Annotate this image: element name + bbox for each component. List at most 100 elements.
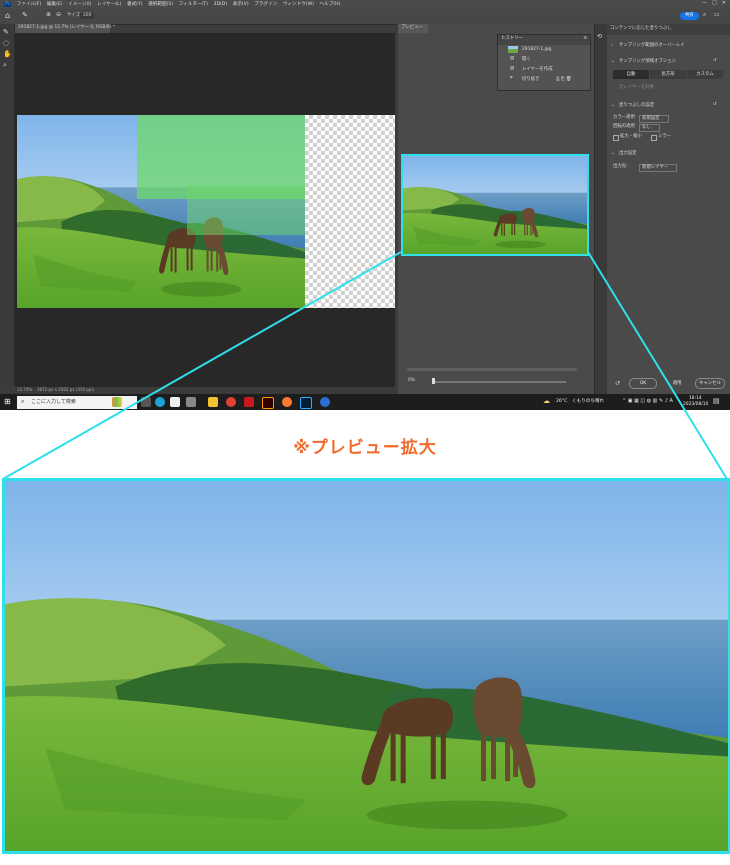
acrobat-icon[interactable] [244,397,254,407]
preview-image [401,154,589,256]
sampling-segmented-control: 自動 長方形 カスタム [613,70,723,79]
menu-window[interactable]: ウィンドウ(W) [283,1,314,7]
folder-icon[interactable] [208,397,218,407]
home-icon[interactable]: ⌂ [5,12,10,20]
menu-bar: Ps ファイル(F) 編集(E) イメージ(I) レイヤー(L) 書式(Y) 選… [0,0,730,9]
content-aware-fill-panel: コンテンツに応じた塗りつぶし › サンプリング範囲のオーバーレイ ⌄ サンプリン… [607,24,730,394]
brush-mode-add-icon[interactable]: ⊕ [46,12,51,18]
history-tab-label[interactable]: ヒストリー [501,36,523,41]
section-output[interactable]: 出力設定 [619,151,637,156]
history-item[interactable]: ▤ 開く [498,55,590,65]
menu-3d[interactable]: 3D(D) [214,2,228,7]
lasso-icon[interactable]: ◌ [3,40,9,47]
section-fill-settings[interactable]: 塗りつぶしの設定 [619,103,654,108]
clock-date[interactable]: 2023/08/10 [683,402,708,407]
output-select[interactable]: 新規レイヤー [639,164,678,173]
chrome-icon[interactable] [226,397,236,407]
history-item[interactable]: ⌗ 切り抜き ⎙ ⎘ 🗑 [498,75,590,85]
color-adapt-select[interactable]: 初期設定 [639,115,669,124]
seg-rectangle[interactable]: 長方形 [650,70,686,79]
section-sampling-options[interactable]: サンプリング領域オプション [619,59,676,64]
mirror-checkbox[interactable] [651,135,657,141]
apply-button[interactable]: 適用 [665,378,689,389]
lasso-tool-icon[interactable]: ✎ [22,12,28,19]
cafill-header: コンテンツに応じた塗りつぶし [607,24,730,35]
system-tray-icons[interactable]: ⌃ ▣ ▦ ◫ ◍ ▥ ✎ ♪ A [622,399,673,404]
cancel-button[interactable]: キャンセル [695,378,725,389]
history-actions-icons[interactable]: ⎙ ⎘ 🗑 [556,77,571,82]
notification-icon[interactable]: ▤ [713,398,720,405]
menu-image[interactable]: イメージ(I) [68,1,91,7]
rotation-select[interactable]: なし [639,124,660,133]
menu-plugins[interactable]: プラグイン [254,1,277,7]
history-item-label: 開く [522,57,531,62]
menu-layer[interactable]: レイヤー(L) [97,1,121,7]
preview-zoom-row: 0% [402,377,592,387]
history-header: ヒストリー ≡ [498,35,590,45]
menu-select[interactable]: 選択範囲(S) [148,1,173,7]
reset-icon[interactable]: ↺ [713,102,717,107]
firefox-icon[interactable] [282,397,292,407]
weather-text[interactable]: 26°C くもりのち晴れ [556,399,604,405]
brush-mode-sub-icon[interactable]: ⊖ [56,12,61,18]
status-bar: 12.74% 3872 px x 2592 px (350 ppi) [15,387,395,394]
windows-start-icon[interactable]: ⊞ [4,398,11,406]
search-icon[interactable]: ⌕ [703,12,706,18]
preview-scrollbar[interactable] [407,368,577,371]
photoshop-window: Ps ファイル(F) 編集(E) イメージ(I) レイヤー(L) 書式(Y) 選… [0,0,730,410]
ps-logo-icon[interactable]: Ps [4,2,12,7]
workspace-icon[interactable]: ▭ [714,12,720,18]
menu-view[interactable]: 表示(V) [233,1,249,7]
sample-all-layers[interactable]: 全レイヤーを対象 [619,85,654,90]
preview-zoom-value[interactable]: 0% [408,378,415,383]
chevron-down-icon[interactable]: ⌄ [611,103,615,108]
scale-checkbox[interactable] [613,135,619,141]
chevron-right-icon[interactable]: › [611,43,613,48]
menu-edit[interactable]: 編集(E) [47,1,63,7]
ok-button[interactable]: OK [629,378,657,389]
store-icon[interactable] [186,397,196,407]
reset-icon[interactable]: ↺ [713,58,717,63]
photoshop-icon[interactable] [300,397,312,409]
history-dock-icon[interactable]: ⟲ [597,34,602,40]
document-tab-label: 291827-1.jpg @ 12.7% (レイヤー 0, RGB/8) * [18,25,116,30]
document-app-icon[interactable] [170,397,180,407]
menu-type[interactable]: 書式(Y) [127,1,143,7]
remove-brush-icon[interactable]: ✎ [3,29,9,36]
app-icon[interactable] [320,397,330,407]
seg-custom[interactable]: カスタム [687,70,723,79]
preview-zoom-slider[interactable] [432,381,566,383]
size-input[interactable]: 200 [80,13,95,20]
reset-all-icon[interactable]: ↺ [615,381,620,387]
preview-zoom-knob[interactable] [432,378,435,384]
document-icon: ▤ [510,56,515,61]
sampling-overlay-lower [187,185,305,235]
history-item[interactable]: ▤ レイヤーを作成 [498,65,590,75]
chevron-down-icon[interactable]: ⌄ [611,59,615,64]
preview-tab[interactable]: プレビュー [398,24,428,33]
status-zoom[interactable]: 12.74% [17,388,32,392]
task-view-icon[interactable] [141,397,151,407]
window-controls[interactable]: — □ ✕ [702,1,726,6]
menu-filter[interactable]: フィルター(T) [179,1,208,7]
share-button[interactable]: 共有 [680,12,699,21]
clock-time[interactable]: 18:14 [689,396,702,401]
seg-auto[interactable]: 自動 [613,70,649,79]
enlarged-preview [2,478,730,854]
menu-help[interactable]: ヘルプ(H) [320,1,341,7]
edge-icon[interactable] [155,397,165,407]
document-tab[interactable]: 291827-1.jpg @ 12.7% (レイヤー 0, RGB/8) * [15,24,115,33]
menu-file[interactable]: ファイル(F) [17,1,42,7]
canvas-area[interactable] [15,33,395,387]
windows-taskbar: ⊞ ⌕ ここに入力して検索 ☁ 26°C くもりのち晴れ ⌃ ▣ ▦ ◫ ◍ ▥… [0,394,730,410]
chevron-down-icon[interactable]: ⌄ [611,151,615,156]
cafill-title: コンテンツに応じた塗りつぶし [610,26,672,31]
panel-menu-icon[interactable]: ≡ [583,36,587,41]
history-snapshot[interactable]: 291827-1.jpg [498,45,590,55]
illustrator-icon[interactable] [262,397,274,409]
hand-icon[interactable]: ✋ [3,51,12,58]
weather-icon: ☁ [543,397,550,405]
app-photo-icon[interactable] [112,397,122,407]
zoom-icon[interactable]: ⌕ [3,62,7,69]
section-sampling-overlay[interactable]: サンプリング範囲のオーバーレイ [619,43,685,48]
